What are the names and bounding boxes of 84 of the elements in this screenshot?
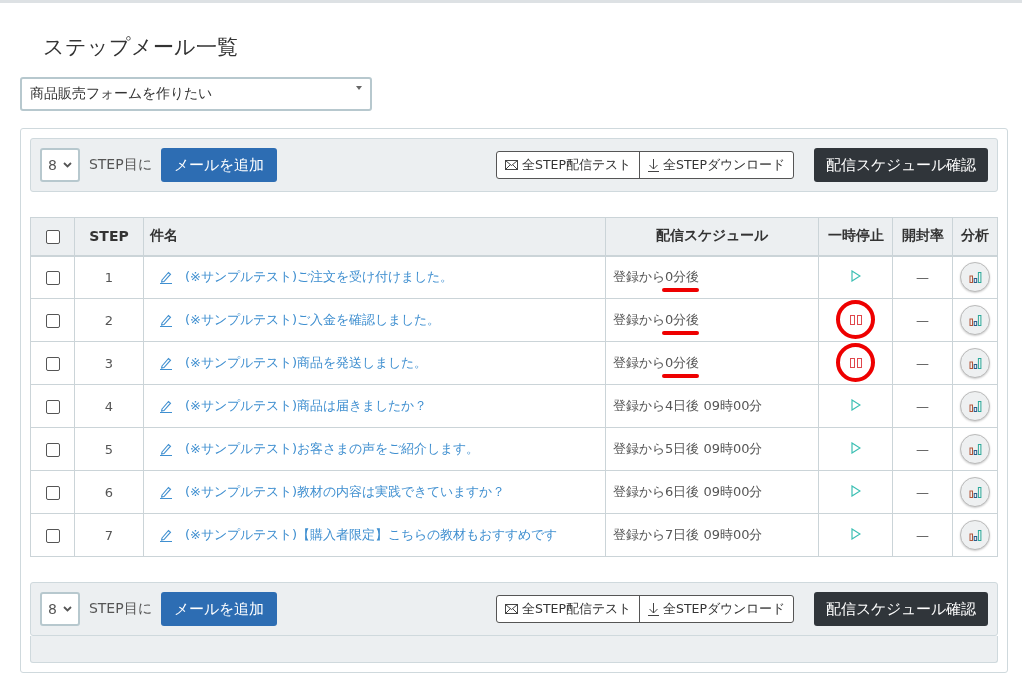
download-button[interactable]: 全STEPダウンロード xyxy=(639,152,793,178)
play-icon[interactable] xyxy=(850,398,861,411)
column-header: 開封率 xyxy=(901,227,944,244)
schedule-text: 登録から7日後 09時00分 xyxy=(613,526,763,544)
bar-chart-icon xyxy=(968,357,982,369)
column-header: STEP xyxy=(89,228,129,245)
open-rate: — xyxy=(916,269,929,285)
analytics-button[interactable] xyxy=(960,305,990,335)
checkbox[interactable] xyxy=(45,485,60,500)
chevron-icon xyxy=(62,606,72,612)
envelope-icon xyxy=(504,160,518,170)
pencil-icon[interactable] xyxy=(159,485,173,499)
schedule-text: 登録から0分後 xyxy=(613,311,700,329)
checkbox[interactable] xyxy=(45,230,60,245)
column-header: 分析 xyxy=(961,227,989,244)
column-header: 件名 xyxy=(150,227,178,244)
pencil-icon[interactable] xyxy=(159,356,173,370)
caret-icon xyxy=(356,86,362,90)
checkbox[interactable] xyxy=(45,356,60,371)
step-number: 7 xyxy=(104,527,114,543)
test-send-button[interactable]: 全STEP配信テスト xyxy=(496,152,639,178)
step-number: 1 xyxy=(104,269,114,285)
analytics-button[interactable] xyxy=(960,520,990,550)
bar-chart-icon xyxy=(968,271,982,283)
analytics-button[interactable] xyxy=(960,434,990,464)
chevron-icon xyxy=(62,162,72,168)
step-label: STEP目に xyxy=(88,156,152,174)
open-rate: — xyxy=(916,441,929,457)
step-select[interactable]: 8 xyxy=(40,592,80,626)
envelope-icon xyxy=(504,604,518,614)
play-icon[interactable] xyxy=(850,484,861,497)
checkbox[interactable] xyxy=(45,528,60,543)
column-header: 配信スケジュール xyxy=(656,227,768,244)
page-title: ステップメール一覧 xyxy=(43,34,238,61)
download-icon xyxy=(648,158,659,172)
bar-chart-icon xyxy=(968,314,982,326)
pencil-icon[interactable] xyxy=(159,528,173,542)
schedule-text: 登録から0分後 xyxy=(613,354,700,372)
analytics-button[interactable] xyxy=(960,348,990,378)
bar-chart-icon xyxy=(968,529,982,541)
open-rate: — xyxy=(916,312,929,328)
step-label: STEP目に xyxy=(88,600,152,618)
analytics-button[interactable] xyxy=(960,262,990,293)
open-rate: — xyxy=(916,484,929,500)
checkbox[interactable] xyxy=(45,313,60,328)
download-button[interactable]: 全STEPダウンロード xyxy=(639,596,793,622)
step-number: 6 xyxy=(104,484,114,500)
schedule-text: 登録から4日後 09時00分 xyxy=(613,397,763,415)
step-select[interactable]: 8 xyxy=(40,148,80,182)
step-number: 4 xyxy=(104,398,114,414)
schedule-check-button[interactable]: 配信スケジュール確認 xyxy=(814,148,988,182)
checkbox[interactable] xyxy=(45,442,60,457)
pencil-icon[interactable] xyxy=(159,270,173,284)
form-select[interactable]: 商品販売フォームを作りたい xyxy=(20,77,372,111)
open-rate: — xyxy=(916,398,929,414)
bar-chart-icon xyxy=(968,486,982,498)
pencil-icon[interactable] xyxy=(159,313,173,327)
bar-chart-icon xyxy=(968,400,982,412)
pause-icon[interactable] xyxy=(849,314,862,325)
step-number: 2 xyxy=(104,312,114,328)
bar-chart-icon xyxy=(968,443,982,455)
add-mail-button[interactable]: メールを追加 xyxy=(160,592,277,626)
schedule-text: 登録から6日後 09時00分 xyxy=(613,483,763,501)
analytics-button[interactable] xyxy=(960,391,990,421)
checkbox[interactable] xyxy=(45,399,60,414)
checkbox[interactable] xyxy=(45,271,60,285)
schedule-text: 登録から5日後 09時00分 xyxy=(613,440,763,458)
add-mail-button[interactable]: メールを追加 xyxy=(160,148,277,182)
download-icon xyxy=(648,602,659,616)
schedule-check-button[interactable]: 配信スケジュール確認 xyxy=(814,592,988,626)
open-rate: — xyxy=(916,527,929,543)
play-icon[interactable] xyxy=(850,527,861,540)
open-rate: — xyxy=(916,355,929,371)
pencil-icon[interactable] xyxy=(159,442,173,456)
pause-icon[interactable] xyxy=(849,357,862,368)
analytics-button[interactable] xyxy=(960,477,990,507)
pencil-icon[interactable] xyxy=(159,399,173,413)
play-icon[interactable] xyxy=(850,269,861,282)
test-send-button[interactable]: 全STEP配信テスト xyxy=(496,596,639,622)
step-number: 5 xyxy=(104,441,114,457)
column-header: 一時停止 xyxy=(827,227,884,244)
step-number: 3 xyxy=(104,355,114,371)
play-icon[interactable] xyxy=(850,441,861,454)
schedule-text: 登録から0分後 xyxy=(613,268,700,287)
